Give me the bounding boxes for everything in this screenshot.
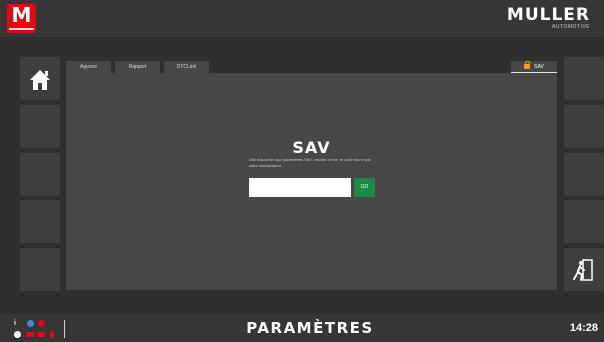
- battery-icon[interactable]: [26, 332, 34, 337]
- sav-description: Afin d'accéder aux paramètres SAV, veuil…: [249, 157, 371, 168]
- tab-dtclink-label: DTCLink: [176, 64, 197, 70]
- connection-icon[interactable]: [27, 320, 34, 327]
- side-button-right-2[interactable]: [564, 105, 604, 148]
- go-button[interactable]: GO: [354, 178, 375, 197]
- logo-letter: M: [11, 3, 32, 27]
- tab-dtclink[interactable]: DTCLink: [164, 61, 209, 73]
- info-icon[interactable]: i: [14, 320, 18, 327]
- side-button-left-2[interactable]: [20, 105, 60, 148]
- lock-icon: [524, 61, 531, 69]
- side-button-left-5[interactable]: [20, 248, 60, 291]
- exit-icon: [573, 259, 593, 281]
- tab-rapport[interactable]: Rapport: [115, 61, 160, 73]
- signal-icon[interactable]: [37, 332, 45, 337]
- home-icon: [30, 70, 50, 90]
- logo-underline: [9, 28, 34, 30]
- sav-code-input[interactable]: [249, 178, 351, 197]
- sav-title: SAV: [292, 138, 331, 157]
- tab-sav[interactable]: SAV: [511, 61, 557, 73]
- home-button[interactable]: [20, 57, 60, 100]
- side-button-right-4[interactable]: [564, 200, 604, 243]
- side-button-left-4[interactable]: [20, 200, 60, 243]
- clock: 14:28: [569, 322, 598, 334]
- muller-logo: M: [7, 4, 36, 33]
- tab-agence[interactable]: Agence: [66, 61, 111, 73]
- tab-agence-label: Agence: [80, 64, 97, 70]
- exit-button[interactable]: [564, 248, 604, 291]
- page-title: PARAMÈTRES: [246, 319, 374, 337]
- side-button-right-3[interactable]: [564, 153, 604, 196]
- side-button-left-3[interactable]: [20, 153, 60, 196]
- settings-status-icon[interactable]: [14, 331, 21, 338]
- brand-name: MULLER: [506, 5, 590, 25]
- side-button-right-1[interactable]: [564, 57, 604, 100]
- microphone-icon[interactable]: [50, 331, 54, 338]
- brand: MULLER AUTOMOTIVE: [507, 6, 590, 30]
- footer-separator: [64, 320, 65, 338]
- top-bar: M MULLER AUTOMOTIVE: [0, 0, 604, 37]
- tab-sav-label: SAV: [534, 64, 544, 70]
- alert-icon[interactable]: [38, 320, 45, 327]
- tab-rapport-label: Rapport: [128, 64, 147, 70]
